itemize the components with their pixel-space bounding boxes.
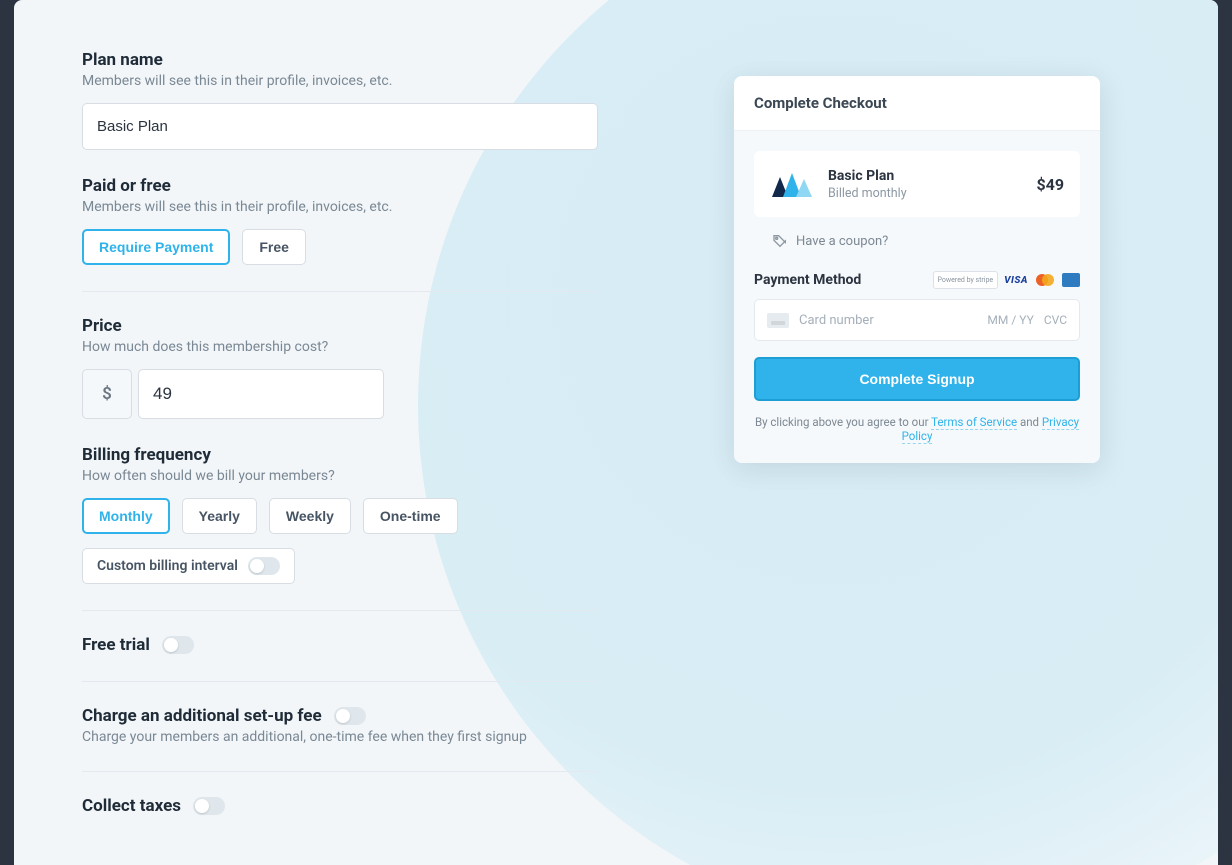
custom-interval-label: Custom billing interval xyxy=(97,558,238,574)
tag-icon xyxy=(772,233,788,249)
coupon-text: Have a coupon? xyxy=(796,234,888,249)
frequency-sublabel: How often should we bill your members? xyxy=(82,468,634,484)
plan-name-input[interactable] xyxy=(82,103,598,150)
price-label: Price xyxy=(82,316,634,336)
custom-interval-toggle[interactable] xyxy=(248,557,280,575)
collect-taxes-label: Collect taxes xyxy=(82,796,181,816)
require-payment-button[interactable]: Require Payment xyxy=(82,229,230,265)
amex-icon xyxy=(1062,273,1080,287)
frequency-monthly-button[interactable]: Monthly xyxy=(82,498,170,534)
free-button[interactable]: Free xyxy=(242,229,306,265)
collect-taxes-toggle[interactable] xyxy=(193,797,225,815)
card-exp-placeholder: MM / YY xyxy=(987,313,1033,327)
agree-pre: By clicking above you agree to our xyxy=(755,415,931,429)
custom-interval-row: Custom billing interval xyxy=(82,548,295,584)
agree-text: By clicking above you agree to our Terms… xyxy=(754,415,1080,443)
divider xyxy=(82,681,598,682)
card-cvc-placeholder: CVC xyxy=(1044,313,1067,327)
card-icon xyxy=(767,313,789,328)
preview-billed: Billed monthly xyxy=(828,186,1022,201)
setup-fee-toggle[interactable] xyxy=(334,707,366,725)
card-number-input[interactable]: Card number MM / YY CVC xyxy=(754,299,1080,341)
plan-summary: Basic Plan Billed monthly $49 xyxy=(754,151,1080,217)
checkout-preview-card: Complete Checkout Basic xyxy=(734,76,1100,463)
paid-or-free-sublabel: Members will see this in their profile, … xyxy=(82,199,634,215)
price-sublabel: How much does this membership cost? xyxy=(82,339,634,355)
frequency-onetime-button[interactable]: One-time xyxy=(363,498,458,534)
divider xyxy=(82,291,598,292)
visa-icon: VISA xyxy=(1004,275,1028,286)
free-trial-toggle[interactable] xyxy=(162,636,194,654)
terms-link[interactable]: Terms of Service xyxy=(931,415,1017,430)
frequency-label: Billing frequency xyxy=(82,445,634,465)
agree-mid: and xyxy=(1017,415,1042,429)
free-trial-label: Free trial xyxy=(82,635,150,655)
stripe-badge-icon: Powered by stripe xyxy=(933,271,999,289)
divider xyxy=(82,771,598,772)
price-input[interactable] xyxy=(138,369,384,419)
frequency-weekly-button[interactable]: Weekly xyxy=(269,498,351,534)
payment-method-label: Payment Method xyxy=(754,272,861,288)
paid-or-free-label: Paid or free xyxy=(82,176,634,196)
frequency-yearly-button[interactable]: Yearly xyxy=(182,498,257,534)
payment-badges: Powered by stripe VISA xyxy=(933,271,1080,289)
brand-logo-icon xyxy=(770,167,814,201)
plan-name-sublabel: Members will see this in their profile, … xyxy=(82,73,634,89)
complete-signup-button[interactable]: Complete Signup xyxy=(754,357,1080,401)
mastercard-icon xyxy=(1034,273,1056,287)
checkout-title: Complete Checkout xyxy=(734,76,1100,131)
card-placeholder: Card number xyxy=(799,313,977,328)
preview-plan-name: Basic Plan xyxy=(828,168,1022,184)
currency-symbol: $ xyxy=(82,369,132,419)
coupon-link[interactable]: Have a coupon? xyxy=(772,233,1080,249)
plan-name-label: Plan name xyxy=(82,50,634,70)
preview-price: $49 xyxy=(1036,175,1064,194)
setup-fee-label: Charge an additional set-up fee xyxy=(82,706,322,726)
setup-fee-sublabel: Charge your members an additional, one-t… xyxy=(82,729,634,745)
divider xyxy=(82,610,598,611)
